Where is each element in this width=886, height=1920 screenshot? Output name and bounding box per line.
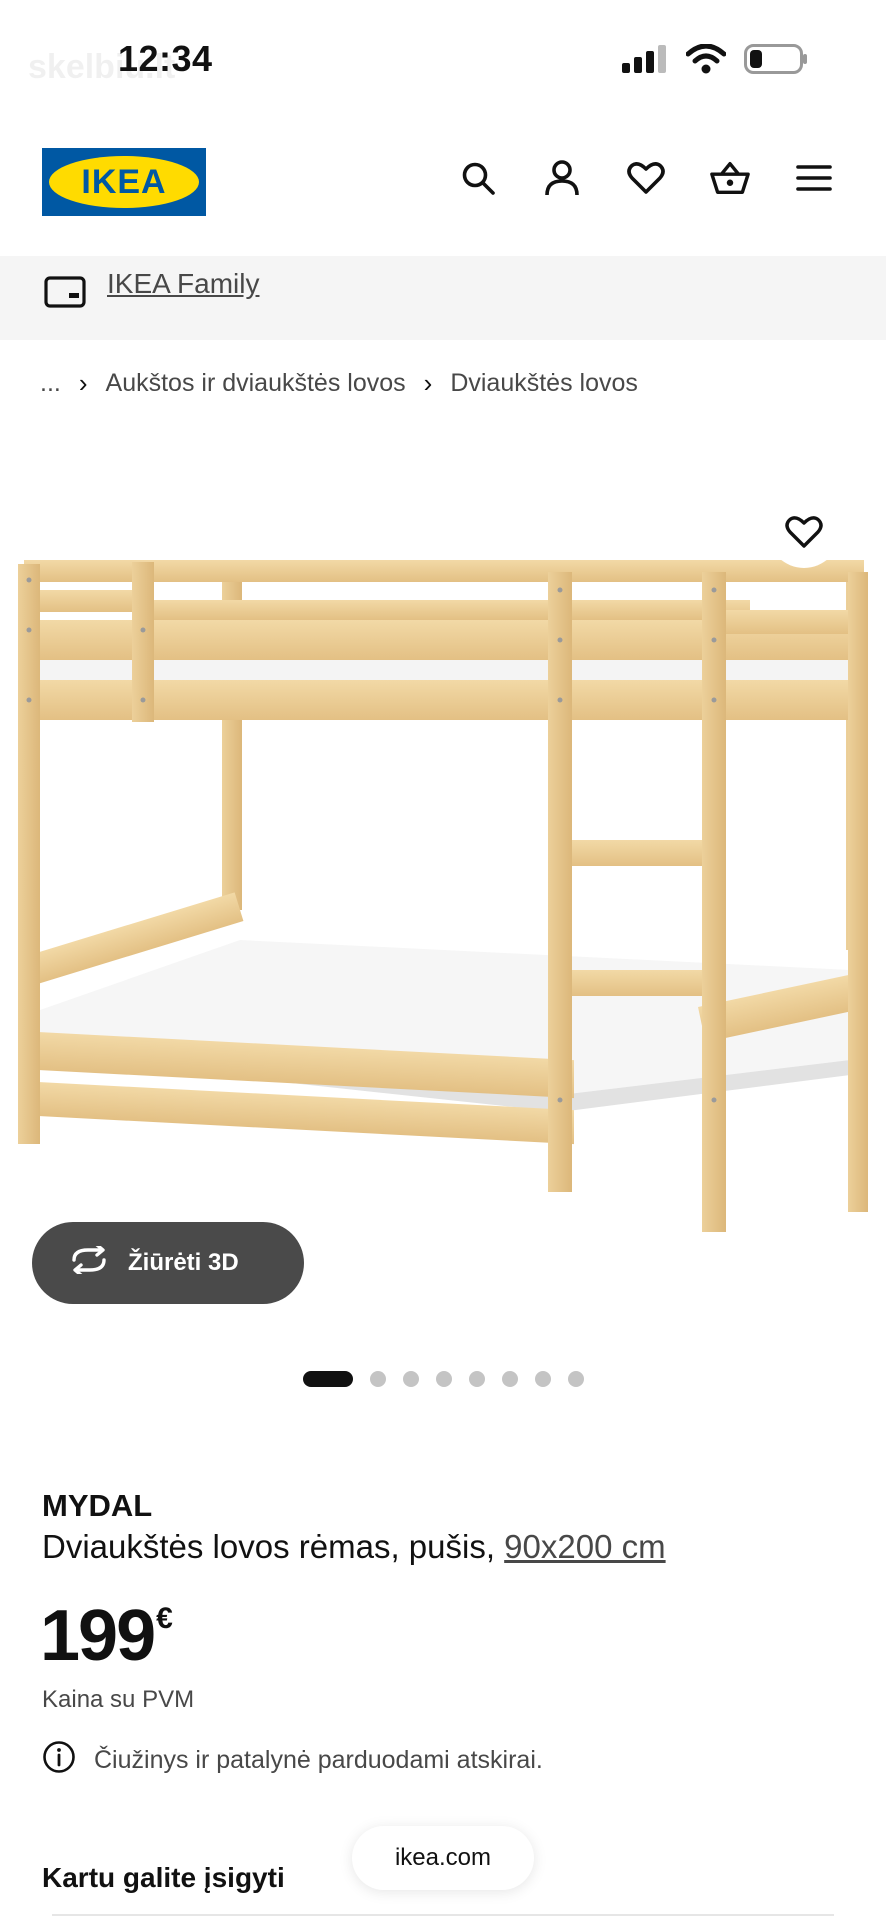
ikea-family-link[interactable]: IKEA Family [107,268,259,300]
heart-icon[interactable] [626,158,666,198]
buy-together-heading: Kartu galite įsigyti [42,1862,285,1893]
carousel-dot[interactable] [567,1371,584,1387]
product-size-link[interactable]: 90x200 cm [504,1528,665,1565]
battery-icon [744,44,808,79]
ikea-logo[interactable]: IKEA [42,148,206,216]
add-to-favorites-button[interactable] [768,496,840,568]
header-icons [458,158,834,198]
browser-url-pill[interactable]: ikea.com [352,1826,534,1890]
chevron-right-icon: › [78,368,88,398]
view-3d-button[interactable]: Žiūrėti 3D [32,1222,304,1304]
price-currency: € [156,1602,173,1635]
carousel-dot[interactable] [501,1371,518,1387]
product-description: Dviaukštės lovos rėmas, pušis, 90x200 cm [42,1528,666,1566]
logo-oval: IKEA [49,156,199,208]
card-icon [44,276,86,313]
carousel-dot-active[interactable] [302,1371,353,1387]
carousel-dot[interactable] [534,1371,551,1387]
breadcrumb-item-high-beds[interactable]: Aukštos ir dviaukštės lovos [106,369,406,398]
signal-icon [622,45,668,78]
view-3d-label: Žiūrėti 3D [128,1249,239,1276]
notice-text: Čiužinys ir patalynė parduodami atskirai… [94,1746,543,1774]
carousel-dot[interactable] [468,1371,485,1387]
vat-note: Kaina su PVM [42,1686,195,1713]
logo-text: IKEA [81,162,167,201]
site-header: IKEA [0,140,886,256]
breadcrumb: ... › Aukštos ir dviaukštės lovos › Dvia… [40,368,638,399]
carousel-dots [0,1371,886,1387]
status-time: 12:34 [118,38,213,79]
carousel-dot[interactable] [435,1371,452,1387]
chevron-right-icon: › [423,368,433,398]
breadcrumb-item-bunk-beds[interactable]: Dviaukštės lovos [450,369,638,398]
breadcrumb-ellipsis[interactable]: ... [40,369,61,398]
info-icon [42,1740,76,1781]
family-banner: IKEA Family [0,256,886,340]
search-icon[interactable] [458,158,498,198]
carousel-dot[interactable] [369,1371,386,1387]
product-description-text: Dviaukštės lovos rėmas, pušis, [42,1528,495,1565]
basket-icon[interactable] [710,158,750,198]
divider [52,1914,834,1916]
product-image[interactable] [0,500,886,1240]
product-notice: Čiužinys ir patalynė parduodami atskirai… [42,1740,543,1781]
heart-icon [785,516,823,548]
product-name: MYDAL [42,1488,153,1523]
menu-icon[interactable] [794,158,834,198]
status-bar: skelbiu.lt 12:34 [0,0,886,120]
status-icons [622,43,808,79]
wifi-icon [685,43,727,79]
account-icon[interactable] [542,158,582,198]
rotate-3d-icon [68,1242,110,1281]
price-value: 199 [40,1596,156,1676]
carousel-dot[interactable] [402,1371,419,1387]
product-price: 199 € [40,1596,173,1676]
